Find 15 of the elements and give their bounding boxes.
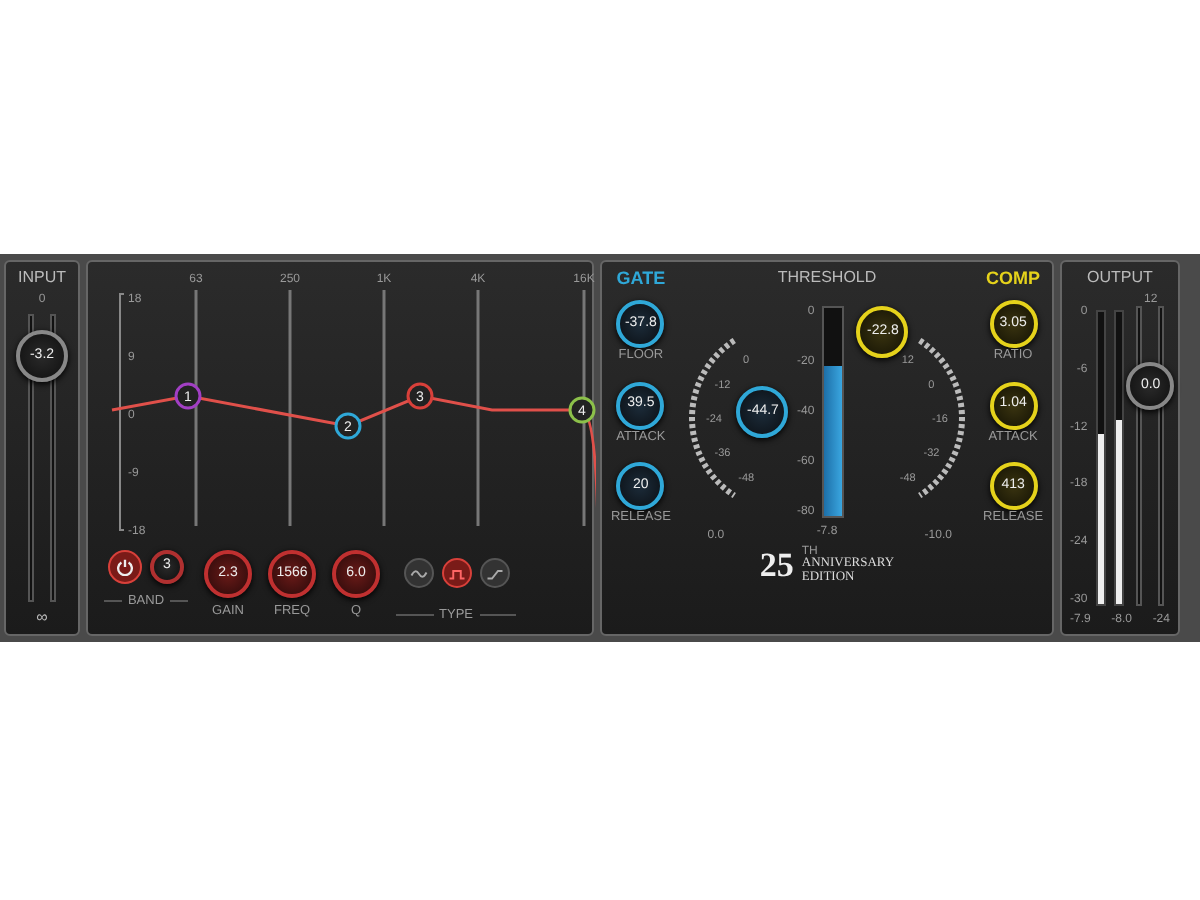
power-button[interactable] — [108, 550, 142, 584]
wave-icon — [409, 565, 427, 581]
scale-label: ∞ — [36, 610, 48, 626]
section-title: GATE — [616, 270, 666, 288]
section-title: COMP — [986, 270, 1041, 288]
panel-title: INPUT — [18, 270, 66, 286]
filter-type-button[interactable] — [403, 558, 433, 588]
shelf-icon — [485, 565, 503, 581]
filter-type-button[interactable] — [441, 558, 471, 588]
power-icon — [116, 558, 134, 576]
logo-number: 25 — [759, 548, 794, 582]
bell-icon — [447, 565, 465, 581]
filter-type-button[interactable] — [479, 558, 509, 588]
panel-title: OUTPUT — [1087, 270, 1153, 286]
section-title: THRESHOLD — [777, 270, 877, 286]
